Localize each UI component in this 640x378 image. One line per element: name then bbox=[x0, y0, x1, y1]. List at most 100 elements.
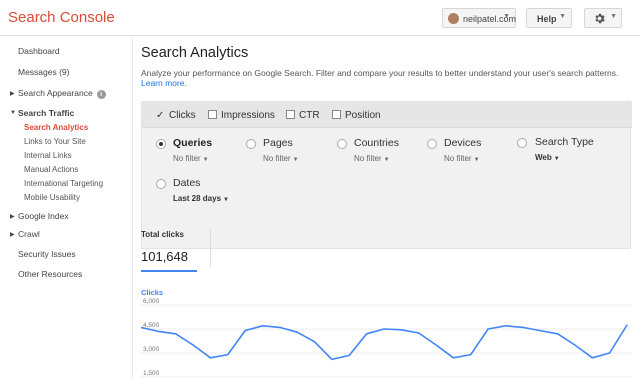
description-text: Analyze your performance on Google Searc… bbox=[141, 68, 619, 78]
metric-label: Position bbox=[345, 110, 381, 121]
sidebar-item-international-targeting[interactable]: International Targeting bbox=[24, 179, 103, 188]
sidebar-item-label: Search Appearance bbox=[18, 88, 93, 98]
metric-position[interactable]: Position bbox=[332, 110, 381, 121]
sidebar-item-links-to-your-site[interactable]: Links to Your Site bbox=[24, 137, 86, 146]
data-point[interactable] bbox=[313, 341, 316, 343]
dimension-search-type[interactable]: Search Type bbox=[535, 136, 594, 148]
dimension-pages[interactable]: Pages bbox=[263, 137, 293, 149]
caret-right-icon[interactable]: ▶ bbox=[10, 231, 15, 238]
radio-pages[interactable] bbox=[246, 139, 256, 149]
chevron-down-icon: ▼ bbox=[292, 157, 299, 163]
filter-value: No filter bbox=[354, 154, 382, 163]
countries-filter[interactable]: No filter ▼ bbox=[354, 154, 390, 163]
data-point[interactable] bbox=[522, 326, 524, 328]
data-point[interactable] bbox=[452, 357, 455, 359]
data-point[interactable] bbox=[400, 329, 402, 331]
clicks-line-chart[interactable]: 6,0004,5003,0001,500 bbox=[141, 297, 631, 378]
total-clicks-card[interactable]: Total clicks 101,648 bbox=[141, 225, 211, 273]
chevron-down-icon: ▼ bbox=[223, 197, 229, 203]
data-point[interactable] bbox=[175, 333, 177, 335]
checkbox[interactable] bbox=[332, 110, 341, 119]
checkbox[interactable] bbox=[208, 110, 217, 119]
metric-row: ✓ Clicks Impressions CTR Position bbox=[142, 102, 632, 128]
sidebar-item-search-analytics[interactable]: Search Analytics bbox=[24, 123, 88, 132]
metric-ctr[interactable]: CTR bbox=[286, 110, 320, 121]
chevron-down-icon: ▼ bbox=[503, 13, 510, 20]
queries-filter[interactable]: No filter ▼ bbox=[173, 154, 209, 163]
data-point[interactable] bbox=[574, 344, 576, 346]
y-tick-label: 6,000 bbox=[143, 298, 160, 305]
dimension-queries[interactable]: Queries bbox=[173, 137, 212, 149]
radio-queries[interactable] bbox=[156, 139, 166, 149]
data-point[interactable] bbox=[418, 332, 420, 334]
data-point[interactable] bbox=[331, 358, 333, 360]
radio-dates[interactable] bbox=[156, 179, 166, 189]
devices-filter[interactable]: No filter ▼ bbox=[444, 154, 480, 163]
sidebar-item-crawl[interactable]: Crawl bbox=[18, 229, 40, 239]
data-point[interactable] bbox=[296, 331, 298, 333]
radio-devices[interactable] bbox=[427, 139, 437, 149]
data-point[interactable] bbox=[383, 328, 385, 330]
data-point[interactable] bbox=[470, 354, 472, 356]
data-point[interactable] bbox=[556, 333, 559, 335]
data-point[interactable] bbox=[244, 330, 246, 332]
y-tick-label: 1,500 bbox=[143, 370, 160, 377]
radio-countries[interactable] bbox=[337, 139, 347, 149]
caret-right-icon[interactable]: ▶ bbox=[10, 90, 15, 97]
checkbox[interactable] bbox=[286, 110, 295, 119]
data-point[interactable] bbox=[609, 352, 611, 354]
data-point[interactable] bbox=[366, 333, 368, 335]
sidebar-item-manual-actions[interactable]: Manual Actions bbox=[24, 165, 78, 174]
caret-right-icon[interactable]: ▶ bbox=[10, 213, 15, 220]
checkmark-icon: ✓ bbox=[156, 110, 165, 121]
filter-value: Web bbox=[535, 153, 552, 162]
chevron-down-icon: ▼ bbox=[610, 13, 617, 20]
data-point[interactable] bbox=[227, 354, 229, 356]
learn-more-link[interactable]: Learn more. bbox=[141, 78, 187, 88]
dimension-devices[interactable]: Devices bbox=[444, 137, 481, 149]
sidebar-item-mobile-usability[interactable]: Mobile Usability bbox=[24, 193, 80, 202]
filter-panel: ✓ Clicks Impressions CTR Position Queries… bbox=[141, 101, 632, 249]
app-title[interactable]: Search Console bbox=[8, 9, 115, 26]
clicks-series-line[interactable] bbox=[141, 324, 628, 361]
pages-filter[interactable]: No filter ▼ bbox=[263, 154, 299, 163]
search-type-filter[interactable]: Web ▼ bbox=[535, 153, 560, 162]
filter-value: Last 28 days bbox=[173, 194, 222, 203]
data-point[interactable] bbox=[157, 330, 159, 332]
help-button[interactable]: Help ▼ bbox=[526, 8, 572, 28]
caret-down-icon[interactable]: ▼ bbox=[10, 110, 16, 116]
data-point[interactable] bbox=[209, 357, 212, 359]
data-point[interactable] bbox=[626, 324, 628, 326]
data-point[interactable] bbox=[348, 354, 350, 356]
site-selector[interactable]: neilpatel.com ▼ bbox=[442, 8, 516, 28]
info-icon[interactable]: i bbox=[96, 90, 106, 99]
sidebar-item-other-resources[interactable]: Other Resources bbox=[18, 269, 82, 279]
dimension-countries[interactable]: Countries bbox=[354, 137, 399, 149]
dimension-dates[interactable]: Dates bbox=[173, 177, 200, 189]
sidebar-item-messages[interactable]: Messages (9) bbox=[18, 67, 70, 77]
page-description: Analyze your performance on Google Searc… bbox=[141, 68, 621, 88]
data-point[interactable] bbox=[539, 330, 541, 332]
data-point[interactable] bbox=[435, 344, 437, 346]
sidebar-item-dashboard[interactable]: Dashboard bbox=[18, 46, 60, 56]
sidebar-item-security-issues[interactable]: Security Issues bbox=[18, 249, 76, 259]
metric-clicks[interactable]: ✓ Clicks bbox=[156, 110, 196, 121]
data-point[interactable] bbox=[192, 344, 194, 346]
metric-label: Impressions bbox=[221, 110, 275, 121]
chevron-down-icon: ▼ bbox=[202, 157, 209, 163]
data-point[interactable] bbox=[487, 328, 489, 330]
sidebar-item-google-index[interactable]: Google Index bbox=[18, 211, 69, 221]
data-point[interactable] bbox=[279, 326, 281, 328]
sidebar-item-search-traffic[interactable]: Search Traffic bbox=[18, 108, 74, 118]
total-clicks-label: Total clicks bbox=[141, 230, 184, 239]
data-point[interactable] bbox=[261, 325, 264, 327]
metric-impressions[interactable]: Impressions bbox=[208, 110, 275, 121]
sidebar-item-search-appearance[interactable]: Search Appearance i bbox=[18, 88, 106, 99]
dates-filter[interactable]: Last 28 days ▼ bbox=[173, 194, 229, 203]
radio-search-type[interactable] bbox=[517, 138, 527, 148]
sidebar-item-internal-links[interactable]: Internal Links bbox=[24, 151, 72, 160]
card-underline bbox=[141, 270, 197, 272]
data-point[interactable] bbox=[504, 325, 507, 327]
settings-button[interactable]: ▼ bbox=[584, 8, 622, 28]
data-point[interactable] bbox=[591, 357, 593, 359]
